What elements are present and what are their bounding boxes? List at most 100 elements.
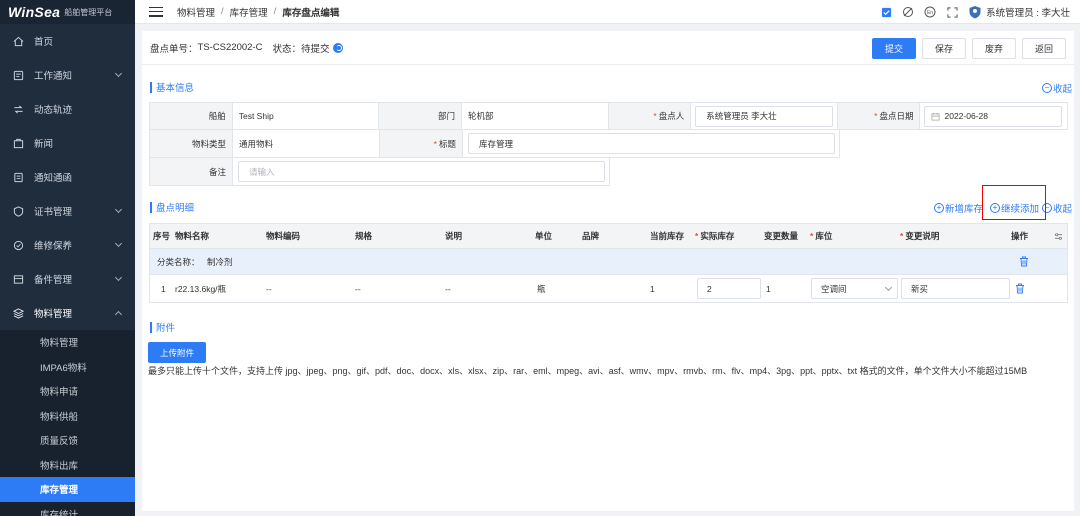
no-location-icon[interactable] — [902, 6, 914, 18]
row-spec: -- — [355, 283, 361, 294]
breadcrumb: 物料管理 / 库存管理 / 库存盘点编辑 — [177, 5, 339, 19]
checkbox-icon[interactable] — [880, 6, 892, 18]
row-unit: 瓶 — [537, 283, 546, 294]
upload-hint: 最多只能上传十个文件，支持上传 jpg、jpeg、png、gif、pdf、doc… — [148, 366, 1028, 376]
col-spec: 规格 — [355, 231, 373, 241]
submenu-item-inventory-manage[interactable]: 库存管理 — [0, 477, 135, 502]
sidebar-item-home[interactable]: 首页 — [0, 24, 135, 58]
sidebar-item-label: 证书管理 — [34, 207, 73, 218]
counter-input[interactable]: 系统管理员 李大壮 — [695, 105, 834, 127]
col-operations: 操作 — [1011, 231, 1029, 241]
row-desc: -- — [445, 283, 451, 294]
spareparts-icon — [12, 273, 24, 285]
change-desc-input[interactable]: 新买 — [901, 278, 1010, 299]
brand-logo[interactable]: WinSea 船舶管理平台 — [0, 0, 135, 24]
language-icon[interactable]: En — [924, 6, 936, 18]
chevron-down-icon — [114, 69, 123, 78]
counter-field-cell: 系统管理员 李大壮 — [691, 103, 838, 130]
submenu-item-material-manage[interactable]: 物料管理 — [0, 330, 135, 355]
material-type-label: 物料类型 — [150, 130, 233, 158]
sidebar-item-maintenance[interactable]: 维修保养 — [0, 228, 135, 262]
remark-placeholder: 请输入 — [249, 166, 275, 177]
submenu-item-quality-feedback[interactable]: 质量反馈 — [0, 428, 135, 453]
back-button[interactable]: 返回 — [1021, 38, 1066, 59]
discard-button[interactable]: 废弃 — [971, 38, 1016, 59]
row-no: 1 — [161, 283, 166, 294]
upload-attachment-button[interactable]: 上传附件 — [148, 342, 207, 363]
submenu-item-material-outbound[interactable]: 物料出库 — [0, 453, 135, 478]
sidebar-item-label: 工作通知 — [34, 71, 73, 82]
brand-name: WinSea — [8, 4, 61, 20]
section-title-text: 盘点明细 — [156, 203, 195, 214]
date-label: * 盘点日期 — [837, 103, 921, 130]
delete-category-icon[interactable] — [1019, 256, 1029, 267]
col-change-qty: 变更数量 — [764, 231, 799, 241]
actual-stock-input[interactable]: 2 — [697, 278, 761, 299]
main-panel: 盘点单号： TS-CS22002-C 状态： 待提交 提交 保存 废弃 返回 基… — [142, 31, 1074, 511]
attachment-section-title: 附件 — [142, 317, 442, 337]
save-button[interactable]: 保存 — [921, 38, 966, 59]
user-menu[interactable]: 系统管理员 : 李大壮 — [968, 5, 1070, 19]
sidebar-item-track[interactable]: 动态轨迹 — [0, 92, 135, 126]
sidebar-item-certificate[interactable]: 证书管理 — [0, 194, 135, 228]
document-header: 盘点单号： TS-CS22002-C 状态： 待提交 提交 保存 废弃 返回 — [142, 31, 1074, 65]
sidebar-item-circular[interactable]: 通知通函 — [0, 160, 135, 194]
chevron-down-icon — [884, 283, 893, 292]
breadcrumb-item[interactable]: 库存管理 — [230, 5, 268, 19]
collapse-link[interactable]: 收起 — [1053, 81, 1072, 95]
counter-label: * 盘点人 — [608, 103, 692, 130]
sidebar-item-spareparts[interactable]: 备件管理 — [0, 262, 135, 296]
location-value: 空调间 — [821, 283, 847, 294]
sidebar-item-label: 备件管理 — [34, 275, 73, 286]
column-settings-icon[interactable] — [1054, 224, 1063, 248]
fullscreen-icon[interactable] — [946, 6, 958, 18]
sidebar-item-news[interactable]: 新闻 — [0, 126, 135, 160]
remark-label: 备注 — [150, 158, 233, 186]
basic-collapse[interactable]: − 收起 — [1041, 81, 1072, 95]
breadcrumb-item[interactable]: 物料管理 — [177, 5, 215, 19]
sidebar-item-label: 首页 — [34, 37, 54, 48]
submenu-item-material-request[interactable]: 物料申请 — [0, 379, 135, 404]
col-name: 物料名称 — [175, 231, 210, 241]
col-location: * 库位 — [810, 231, 833, 241]
delete-row-icon[interactable] — [1015, 283, 1025, 294]
menu-toggle-icon[interactable] — [149, 6, 163, 17]
col-code: 物料编码 — [266, 231, 301, 241]
user-name: 系统管理员 : 李大壮 — [986, 8, 1070, 19]
section-title-text: 基本信息 — [156, 83, 195, 94]
status-progress-icon[interactable] — [332, 42, 343, 53]
title-input[interactable]: 库存管理 — [468, 133, 835, 154]
doc-status: 待提交 — [300, 43, 330, 55]
material-icon — [12, 307, 24, 319]
detail-collapse-link[interactable]: − 收起 — [1041, 201, 1072, 215]
material-submenu: 物料管理 IMPA6物料 物料申请 物料供船 质量反馈 物料出库 库存管理 库存… — [0, 330, 135, 516]
breadcrumb-separator: / — [221, 6, 224, 17]
remark-input[interactable]: 请输入 — [238, 161, 605, 182]
doc-number-label: 盘点单号： — [150, 43, 198, 55]
sidebar-item-label: 动态轨迹 — [34, 105, 73, 116]
submenu-item-inventory-stats[interactable]: 库存统计 — [0, 502, 135, 516]
maintenance-icon — [12, 239, 24, 251]
location-select[interactable]: 空调间 — [811, 278, 898, 299]
category-label: 分类名称： — [157, 256, 200, 267]
sidebar-item-work-notice[interactable]: 工作通知 — [0, 58, 135, 92]
col-brand: 品牌 — [582, 231, 600, 241]
material-type-value: 通用物料 — [233, 130, 380, 158]
sidebar-item-material[interactable]: 物料管理 — [0, 296, 135, 330]
col-no: 序号 — [153, 231, 171, 241]
ship-value: Test Ship — [232, 103, 380, 130]
date-picker[interactable]: 2022-06-28 — [924, 105, 1063, 127]
add-stock-link[interactable]: + 新增库存 — [933, 201, 983, 215]
sidebar-item-label: 物料管理 — [34, 309, 73, 320]
submit-button[interactable]: 提交 — [871, 38, 916, 59]
table-row: 1 r22.13.6kg/瓶 -- -- -- 瓶 1 2 1 空调间 新买 — [149, 275, 1068, 303]
submenu-item-material-supply[interactable]: 物料供船 — [0, 404, 135, 429]
chevron-up-icon — [114, 310, 123, 319]
col-change-desc: * 变更说明 — [900, 231, 940, 241]
chevron-down-icon — [114, 273, 123, 282]
title-label: * 标题 — [380, 130, 463, 158]
submenu-item-impa6[interactable]: IMPA6物料 — [0, 355, 135, 380]
remark-field-cell: 请输入 — [233, 158, 610, 186]
collapse-circle-icon: − — [1041, 83, 1052, 93]
action-buttons: 提交 保存 废弃 返回 — [871, 38, 1066, 59]
